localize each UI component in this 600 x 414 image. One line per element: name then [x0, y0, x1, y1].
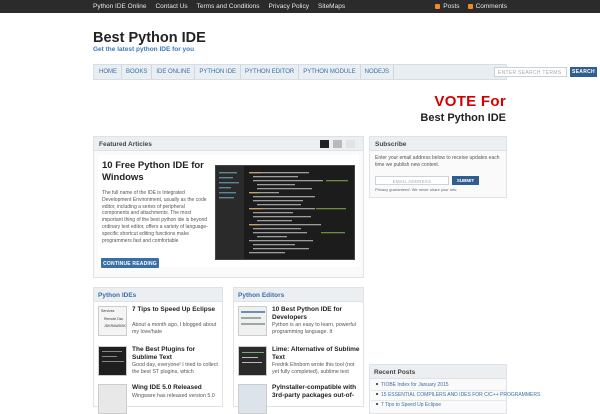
python-editors-widget: Python Editors 10 Best Python IDE for De… [233, 287, 364, 414]
subscribe-heading: Subscribe [370, 137, 506, 151]
featured-article-excerpt: The full name of the IDE is Integrated D… [102, 190, 208, 244]
rss-icon [435, 3, 441, 9]
post-excerpt: About a month ago, I blogged about my lo… [132, 322, 217, 335]
recent-post-label: 15 ESSENTIAL COMPILERS AND IDES FOR C/C+… [381, 392, 541, 398]
post-thumbnail[interactable] [98, 346, 127, 376]
thumb-label: Services [101, 309, 115, 313]
recent-posts-heading: Recent Posts [370, 365, 506, 379]
list-item: Services Remote Dsc JDKRAWDSK 7 Tips to … [98, 306, 220, 346]
recent-posts-widget: Recent Posts TIOBE Index for January 201… [369, 364, 540, 414]
continue-reading-button[interactable]: CONTINUE READING [101, 258, 159, 268]
slide-thumb-2[interactable] [333, 140, 342, 148]
nav-item-python-module[interactable]: PYTHON MODULE [299, 65, 361, 79]
post-title[interactable]: PyInstaller-compatible with 3rd-party pa… [272, 384, 362, 399]
vote-banner[interactable]: VOTE For Best Python IDE [420, 93, 506, 124]
post-title[interactable]: The Best Plugins for Sublime Text [132, 346, 222, 361]
list-item: Wing IDE 5.0 Released Wingware has relea… [98, 384, 222, 414]
rss-icon [467, 3, 473, 9]
site-title[interactable]: Best Python IDE [93, 30, 206, 46]
list-item: 10 Best Python IDE for Developers Python… [238, 306, 360, 346]
post-thumbnail[interactable] [238, 384, 267, 414]
email-field[interactable]: EMAIL ADDRESS [375, 176, 449, 185]
bullet-icon [376, 383, 378, 385]
main-nav: HOME BOOKS IDE ONLINE PYTHON IDE PYTHON … [93, 64, 597, 80]
python-editors-heading: Python Editors [234, 288, 363, 302]
search-input[interactable]: ENTER SEARCH TERMS [494, 67, 567, 77]
vote-banner-line2: Best Python IDE [420, 112, 506, 124]
slide-thumb-1[interactable] [320, 140, 329, 148]
vote-banner-line1: VOTE For [434, 93, 506, 110]
post-thumbnail[interactable] [98, 384, 127, 414]
post-excerpt: Good day, everyone! I tried to collect t… [132, 362, 218, 375]
thumb-label: JDKRAWDSK [104, 324, 126, 328]
slide-thumb-3[interactable] [346, 140, 355, 148]
top-link-privacy[interactable]: Privacy Policy [269, 3, 309, 10]
nav-item-books[interactable]: BOOKS [122, 65, 153, 79]
list-item: Lime: Alternative of Sublime Text Fredri… [238, 346, 360, 382]
post-excerpt: Fredrik Ehnbom wrote this tool (not yet … [272, 362, 355, 375]
post-excerpt: Python is an easy to learn, powerful pro… [272, 322, 356, 335]
post-thumbnail[interactable] [238, 346, 267, 376]
top-link-terms[interactable]: Terms and Conditions [197, 3, 260, 10]
python-ides-widget: Python IDEs Services Remote Dsc JDKRAWDS… [93, 287, 223, 414]
post-thumbnail[interactable] [238, 306, 267, 336]
nav-item-home[interactable]: HOME [94, 65, 122, 79]
nav-item-python-ide[interactable]: PYTHON IDE [195, 65, 242, 79]
recent-post-link[interactable]: 7 Tips to Speed Up Eclipse [376, 402, 441, 408]
post-excerpt: Wingware has released version 5.0 [132, 393, 215, 399]
recent-post-link[interactable]: TIOBE Index for January 2015 [376, 382, 449, 388]
comments-feed-link[interactable]: Comments [467, 3, 507, 10]
featured-screenshot[interactable] [215, 165, 355, 260]
top-link-python-ide-online[interactable]: Python IDE Online [93, 3, 146, 10]
post-thumbnail[interactable]: Services Remote Dsc JDKRAWDSK [98, 306, 127, 336]
featured-articles: Featured Articles 10 Free Python IDE for… [93, 136, 364, 278]
python-ides-heading: Python IDEs [94, 288, 222, 302]
privacy-note: Privacy guaranteed. We never share your … [375, 187, 458, 192]
screenshot-code-lines [219, 172, 348, 254]
featured-slide: 10 Free Python IDE for Windows The full … [98, 155, 359, 267]
posts-feed-link[interactable]: Posts [435, 3, 460, 10]
feed-links: Posts Comments [435, 3, 507, 10]
featured-article-title[interactable]: 10 Free Python IDE for Windows [102, 160, 212, 183]
recent-post-link[interactable]: 15 ESSENTIAL COMPILERS AND IDES FOR C/C+… [376, 392, 540, 398]
nav-item-ide-online[interactable]: IDE ONLINE [152, 65, 196, 79]
site-tagline: Get the latest python IDE for you [93, 46, 195, 53]
post-title[interactable]: Lime: Alternative of Sublime Text [272, 346, 362, 361]
top-link-contact-us[interactable]: Contact Us [155, 3, 187, 10]
recent-post-label: TIOBE Index for January 2015 [381, 382, 449, 388]
post-title[interactable]: 7 Tips to Speed Up Eclipse [132, 306, 222, 314]
recent-post-label: 7 Tips to Speed Up Eclipse [381, 402, 442, 408]
thumb-label: Remote Dsc [104, 317, 124, 321]
search-button[interactable]: SEARCH [570, 67, 597, 77]
nav-item-nodejs[interactable]: NODEJS [361, 65, 394, 79]
submit-button[interactable]: SUBMIT [452, 176, 479, 185]
posts-feed-label: Posts [443, 3, 460, 10]
bullet-icon [376, 403, 378, 405]
subscribe-description: Enter your email address below to receiv… [375, 155, 500, 168]
featured-slider-controls [320, 140, 355, 148]
top-bar: Python IDE Online Contact Us Terms and C… [0, 0, 600, 13]
post-title[interactable]: 10 Best Python IDE for Developers [272, 306, 362, 321]
comments-feed-label: Comments [475, 3, 507, 10]
subscribe-widget: Subscribe Enter your email address below… [369, 136, 507, 198]
list-item: PyInstaller-compatible with 3rd-party pa… [238, 384, 362, 414]
nav-item-python-editor[interactable]: PYTHON EDITOR [241, 65, 300, 79]
post-title[interactable]: Wing IDE 5.0 Released [132, 384, 222, 392]
top-nav: Python IDE Online Contact Us Terms and C… [93, 3, 345, 10]
list-item: The Best Plugins for Sublime Text Good d… [98, 346, 220, 382]
bullet-icon [376, 393, 378, 395]
top-link-sitemaps[interactable]: SiteMaps [318, 3, 345, 10]
